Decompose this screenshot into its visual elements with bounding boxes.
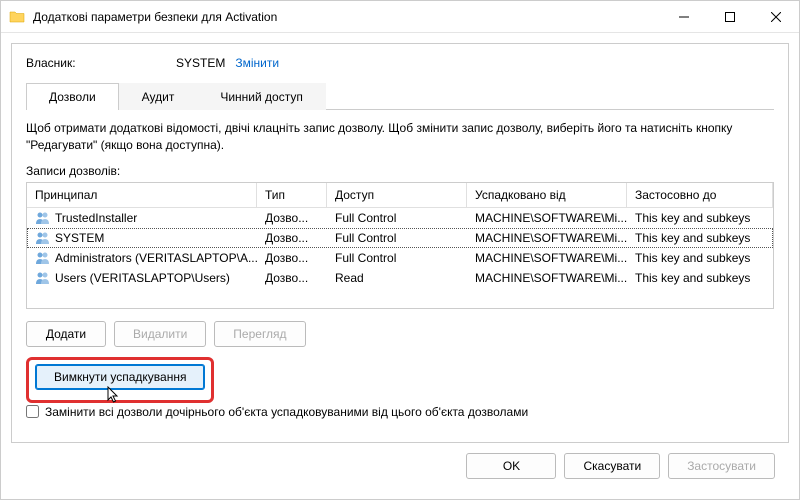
col-inherited-header[interactable]: Успадковано від: [467, 183, 627, 207]
cell-principal: TrustedInstaller: [55, 211, 137, 225]
cell-principal: SYSTEM: [55, 231, 104, 245]
owner-label: Власник:: [26, 56, 176, 70]
cell-inherited: MACHINE\SOFTWARE\Mi...: [467, 269, 627, 287]
grid-body: TrustedInstallerДозво...Full ControlMACH…: [27, 208, 773, 308]
cell-principal: Administrators (VERITASLAPTOP\A...: [55, 251, 257, 265]
cell-inherited: MACHINE\SOFTWARE\Mi...: [467, 229, 627, 247]
cell-inherited: MACHINE\SOFTWARE\Mi...: [467, 209, 627, 227]
cell-type: Дозво...: [257, 269, 327, 287]
cell-access: Full Control: [327, 229, 467, 247]
dialog-footer: OK Скасувати Застосувати: [11, 443, 789, 489]
close-button[interactable]: [753, 1, 799, 33]
users-icon: [35, 271, 51, 285]
col-principal-header[interactable]: Принципал: [27, 183, 257, 207]
titlebar: Додаткові параметри безпеки для Activati…: [1, 1, 799, 33]
security-dialog: Додаткові параметри безпеки для Activati…: [0, 0, 800, 500]
replace-child-perms-checkbox[interactable]: [26, 405, 39, 418]
change-owner-link[interactable]: Змінити: [235, 56, 279, 70]
owner-row: Власник: SYSTEM Змінити: [26, 56, 774, 70]
apply-button[interactable]: Застосувати: [668, 453, 775, 479]
grid-header: Принципал Тип Доступ Успадковано від Зас…: [27, 183, 773, 208]
cell-principal: Users (VERITASLAPTOP\Users): [55, 271, 230, 285]
replace-child-perms-label: Замінити всі дозволи дочірнього об'єкта …: [45, 405, 528, 419]
content: Власник: SYSTEM Змінити Дозволи Аудит Чи…: [1, 33, 799, 499]
cell-access: Full Control: [327, 249, 467, 267]
col-access-header[interactable]: Доступ: [327, 183, 467, 207]
cell-access: Full Control: [327, 209, 467, 227]
table-row[interactable]: TrustedInstaller Дозво...Full ControlMACH…: [27, 208, 773, 228]
window-title: Додаткові параметри безпеки для Activati…: [33, 10, 661, 24]
main-panel: Власник: SYSTEM Змінити Дозволи Аудит Чи…: [11, 43, 789, 443]
entries-label: Записи дозволів:: [26, 164, 774, 178]
cell-type: Дозво...: [257, 249, 327, 267]
entry-buttons: Додати Видалити Перегляд: [26, 321, 774, 347]
cell-type: Дозво...: [257, 229, 327, 247]
table-row[interactable]: Users (VERITASLAPTOP\Users) Дозво...ReadM…: [27, 268, 773, 288]
table-row[interactable]: SYSTEM Дозво...Full ControlMACHINE\SOFTWA…: [27, 228, 773, 248]
replace-child-perms-row: Замінити всі дозволи дочірнього об'єкта …: [26, 405, 774, 419]
col-applies-header[interactable]: Застосовно до: [627, 183, 773, 207]
users-icon: [35, 211, 51, 225]
cancel-button[interactable]: Скасувати: [564, 453, 660, 479]
owner-value: SYSTEM: [176, 56, 225, 70]
tab-audit[interactable]: Аудит: [119, 83, 198, 110]
description-text: Щоб отримати додаткові відомості, двічі …: [26, 120, 774, 154]
add-button[interactable]: Додати: [26, 321, 106, 347]
folder-icon: [9, 9, 25, 25]
users-icon: [35, 251, 51, 265]
minimize-button[interactable]: [661, 1, 707, 33]
users-icon: [35, 231, 51, 245]
cell-applies: This key and subkeys: [627, 229, 773, 247]
cell-applies: This key and subkeys: [627, 269, 773, 287]
highlight-annotation: Вимкнути успадкування: [26, 357, 214, 403]
cell-applies: This key and subkeys: [627, 249, 773, 267]
cell-inherited: MACHINE\SOFTWARE\Mi...: [467, 249, 627, 267]
remove-button[interactable]: Видалити: [114, 321, 206, 347]
tab-effective-access[interactable]: Чинний доступ: [197, 83, 326, 110]
cell-type: Дозво...: [257, 209, 327, 227]
maximize-button[interactable]: [707, 1, 753, 33]
view-button[interactable]: Перегляд: [214, 321, 305, 347]
col-type-header[interactable]: Тип: [257, 183, 327, 207]
ok-button[interactable]: OK: [466, 453, 556, 479]
cell-applies: This key and subkeys: [627, 209, 773, 227]
table-row[interactable]: Administrators (VERITASLAPTOP\A...Дозво.…: [27, 248, 773, 268]
cell-access: Read: [327, 269, 467, 287]
cursor-icon: [107, 386, 121, 404]
permissions-grid: Принципал Тип Доступ Успадковано від Зас…: [26, 182, 774, 309]
tab-permissions[interactable]: Дозволи: [26, 83, 119, 110]
tabs: Дозволи Аудит Чинний доступ: [26, 82, 774, 110]
